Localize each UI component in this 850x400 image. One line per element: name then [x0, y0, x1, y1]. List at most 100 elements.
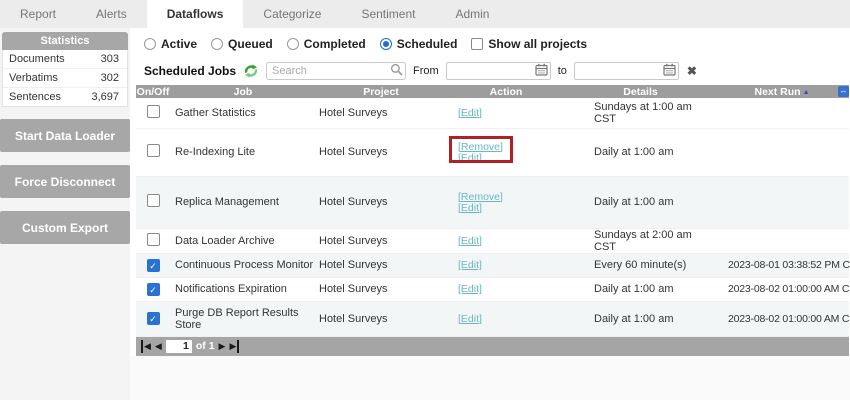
- to-label: to: [558, 65, 567, 77]
- action-cell: [Edit]: [446, 277, 566, 301]
- radio-queued[interactable]: Queued: [211, 37, 273, 51]
- column-header-project[interactable]: Project: [316, 85, 446, 98]
- last-page-button[interactable]: ▶: [229, 340, 239, 353]
- search-icon: [390, 63, 403, 76]
- action-cell: [Remove][Edit]: [446, 176, 566, 228]
- edit-link[interactable]: [Edit]: [458, 153, 503, 164]
- scheduled-jobs-toolbar: Scheduled Jobs From: [136, 57, 850, 85]
- tab-report[interactable]: Report: [0, 0, 76, 28]
- job-cell: Notifications Expiration: [170, 277, 316, 301]
- project-cell: Hotel Surveys: [316, 176, 446, 228]
- force-disconnect-button[interactable]: Force Disconnect: [0, 165, 130, 198]
- tab-dataflows[interactable]: Dataflows: [147, 0, 244, 28]
- edit-link[interactable]: [Edit]: [458, 236, 482, 247]
- refresh-icon[interactable]: [244, 64, 258, 78]
- start-data-loader-button[interactable]: Start Data Loader: [0, 119, 130, 152]
- radio-completed[interactable]: Completed: [287, 37, 366, 51]
- row-checkbox[interactable]: [147, 144, 160, 157]
- statistics-list: Documents303Verbatims302Sentences3,697: [2, 50, 128, 107]
- edit-link[interactable]: [Edit]: [458, 260, 482, 271]
- column-header-nextrun[interactable]: Next Run▲↔: [715, 85, 849, 98]
- row-checkbox[interactable]: ✓: [147, 283, 160, 296]
- calendar-icon[interactable]: [535, 63, 548, 76]
- action-links: [Edit]: [458, 108, 482, 119]
- onoff-cell: ✓: [136, 301, 170, 336]
- project-cell: Hotel Surveys: [316, 253, 446, 277]
- job-cell: Continuous Process Monitor: [170, 253, 316, 277]
- details-cell: Daily at 1:00 am: [566, 128, 715, 176]
- onoff-cell: [136, 228, 170, 253]
- remove-link[interactable]: [Remove]: [458, 142, 503, 153]
- action-cell: [Edit]: [446, 228, 566, 253]
- edit-link[interactable]: [Edit]: [458, 284, 482, 295]
- column-header-details[interactable]: Details: [566, 85, 715, 98]
- tab-bar: ReportAlertsDataflowsCategorizeSentiment…: [0, 0, 850, 28]
- bottom-spacer: [130, 356, 850, 400]
- sort-ascending-icon: ▲: [803, 89, 810, 96]
- table-row: Re-Indexing LiteHotel Surveys[Remove][Ed…: [136, 128, 849, 176]
- search-input[interactable]: [266, 62, 406, 80]
- search-wrap: [266, 61, 406, 80]
- next-run-cell: 2023-08-02 01:00:00 AM CDT: [715, 301, 849, 336]
- show-all-projects-checkbox[interactable]: Show all projects: [471, 37, 587, 51]
- to-date-wrap: [574, 61, 679, 80]
- radio-label: Completed: [304, 37, 366, 51]
- tab-admin[interactable]: Admin: [435, 0, 509, 28]
- stat-row: Sentences3,697: [3, 88, 127, 106]
- custom-export-button[interactable]: Custom Export: [0, 211, 130, 244]
- clear-dates-icon[interactable]: ✖: [687, 64, 697, 78]
- tab-categorize[interactable]: Categorize: [243, 0, 341, 28]
- column-header-action[interactable]: Action: [446, 85, 566, 98]
- scheduled-jobs-table: On/OffJobProjectActionDetailsNext Run▲↔ …: [136, 85, 849, 337]
- row-checkbox[interactable]: ✓: [147, 259, 160, 272]
- radio-scheduled[interactable]: Scheduled: [380, 37, 458, 51]
- first-page-button[interactable]: ◀: [141, 340, 151, 353]
- radio-label: Queued: [228, 37, 273, 51]
- from-date-wrap: [446, 61, 551, 80]
- project-cell: Hotel Surveys: [316, 277, 446, 301]
- statistics-title: Statistics: [2, 32, 128, 50]
- onoff-cell: [136, 128, 170, 176]
- pagination-bar: ◀ ◀ 1 of 1 ▶ ▶: [136, 337, 849, 356]
- from-label: From: [413, 65, 439, 77]
- row-checkbox[interactable]: [147, 233, 160, 246]
- tab-alerts[interactable]: Alerts: [76, 0, 147, 28]
- edit-link[interactable]: [Edit]: [458, 314, 482, 325]
- job-cell: Data Loader Archive: [170, 228, 316, 253]
- stat-value: 3,697: [91, 91, 119, 103]
- column-resize-icon[interactable]: ↔: [838, 86, 849, 97]
- stat-value: 302: [101, 72, 119, 84]
- stat-value: 303: [101, 53, 119, 65]
- edit-link[interactable]: [Edit]: [458, 203, 503, 214]
- calendar-icon[interactable]: [663, 63, 676, 76]
- job-cell: Purge DB Report Results Store: [170, 301, 316, 336]
- onoff-cell: ✓: [136, 253, 170, 277]
- next-page-button[interactable]: ▶: [219, 340, 226, 353]
- next-run-cell: [715, 176, 849, 228]
- project-cell: Hotel Surveys: [316, 301, 446, 336]
- edit-link[interactable]: [Edit]: [458, 108, 482, 119]
- tab-sentiment[interactable]: Sentiment: [341, 0, 435, 28]
- row-checkbox[interactable]: [147, 105, 160, 118]
- table-row: ✓ Notifications ExpirationHotel Surveys [E…: [136, 277, 849, 301]
- details-cell: Daily at 1:00 am: [566, 301, 715, 336]
- next-run-cell: [715, 228, 849, 253]
- job-cell: Gather Statistics: [170, 98, 316, 128]
- remove-link[interactable]: [Remove]: [458, 192, 503, 203]
- page-number-input[interactable]: 1: [166, 340, 192, 353]
- row-checkbox[interactable]: [147, 194, 160, 207]
- project-cell: Hotel Surveys: [316, 228, 446, 253]
- radio-icon: [211, 38, 223, 50]
- table-row: ✓ Continuous Process MonitorHotel Surveys…: [136, 253, 849, 277]
- job-cell: Re-Indexing Lite: [170, 128, 316, 176]
- table-header-row: On/OffJobProjectActionDetailsNext Run▲↔: [136, 85, 849, 98]
- column-header-onoff[interactable]: On/Off: [136, 85, 170, 98]
- statistics-panel: Statistics Documents303Verbatims302Sente…: [2, 32, 128, 107]
- column-header-job[interactable]: Job: [170, 85, 316, 98]
- details-cell: Daily at 1:00 am: [566, 277, 715, 301]
- radio-active[interactable]: Active: [144, 37, 197, 51]
- row-checkbox[interactable]: ✓: [147, 312, 160, 325]
- action-links: [Edit]: [458, 314, 482, 325]
- action-links: [Edit]: [458, 284, 482, 295]
- previous-page-button[interactable]: ◀: [155, 340, 162, 353]
